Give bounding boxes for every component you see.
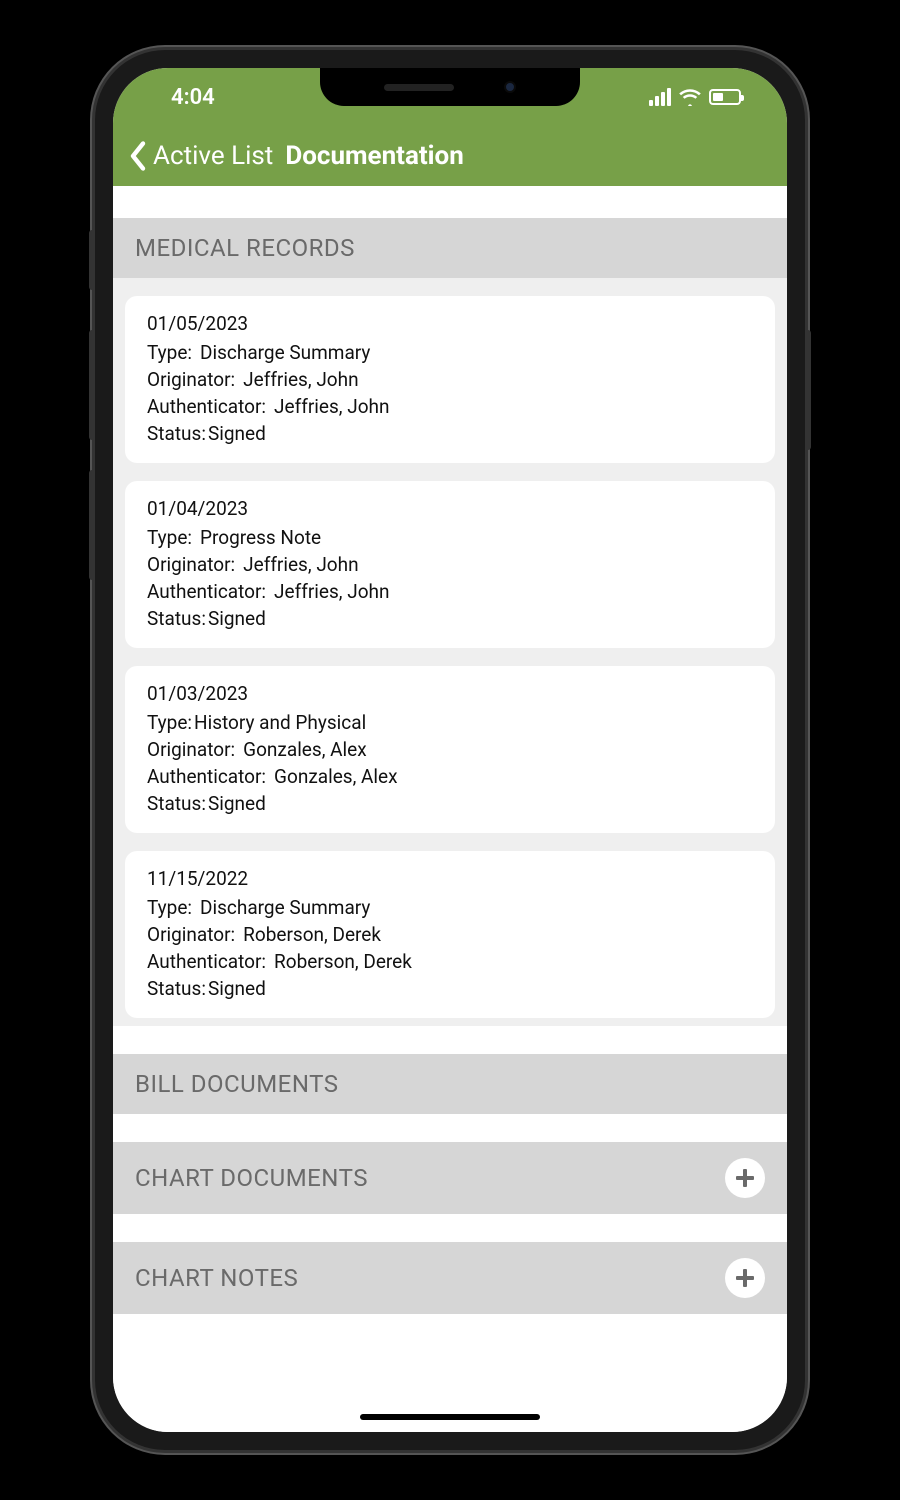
record-originator: Roberson, Derek xyxy=(243,923,381,946)
label-originator: Originator: xyxy=(147,368,235,391)
label-type: Type: xyxy=(147,341,192,364)
back-button[interactable]: Active List xyxy=(127,141,273,171)
home-indicator[interactable] xyxy=(360,1414,540,1420)
record-authenticator: Jeffries, John xyxy=(274,580,389,603)
label-type: Type: xyxy=(147,526,192,549)
content[interactable]: MEDICAL RECORDS 01/05/2023 Type: Discharg… xyxy=(113,186,787,1432)
record-type: Discharge Summary xyxy=(200,341,370,364)
plus-icon xyxy=(734,1167,756,1189)
record-type: Progress Note xyxy=(200,526,321,549)
label-type: Type: xyxy=(147,896,192,919)
record-authenticator: Roberson, Derek xyxy=(274,950,412,973)
section-title: MEDICAL RECORDS xyxy=(135,234,355,262)
page-title: Documentation xyxy=(285,141,463,171)
label-authenticator: Authenticator: xyxy=(147,395,266,418)
label-type: Type: xyxy=(147,711,192,734)
record-type: History and Physical xyxy=(194,711,366,734)
label-status: Status: xyxy=(147,607,206,630)
section-header-bill-documents[interactable]: BILL DOCUMENTS xyxy=(113,1054,787,1114)
back-label: Active List xyxy=(153,141,273,171)
record-status: Signed xyxy=(208,792,266,815)
section-title: CHART DOCUMENTS xyxy=(135,1164,368,1192)
status-time: 4:04 xyxy=(171,85,215,110)
record-originator: Jeffries, John xyxy=(243,368,358,391)
plus-icon xyxy=(734,1267,756,1289)
label-status: Status: xyxy=(147,792,206,815)
status-icons xyxy=(649,88,741,106)
record-type: Discharge Summary xyxy=(200,896,370,919)
nav-bar: Active List Documentation xyxy=(113,126,787,186)
section-title: BILL DOCUMENTS xyxy=(135,1070,339,1098)
label-authenticator: Authenticator: xyxy=(147,765,266,788)
section-header-medical-records[interactable]: MEDICAL RECORDS xyxy=(113,218,787,278)
record-date: 01/05/2023 xyxy=(147,312,753,335)
notch xyxy=(320,68,580,106)
phone-frame: 4:04 xyxy=(95,50,805,1450)
record-date: 01/04/2023 xyxy=(147,497,753,520)
label-originator: Originator: xyxy=(147,738,235,761)
section-title: CHART NOTES xyxy=(135,1264,298,1292)
record-card[interactable]: 01/03/2023 Type:History and Physical Ori… xyxy=(125,666,775,833)
label-originator: Originator: xyxy=(147,553,235,576)
label-status: Status: xyxy=(147,422,206,445)
record-date: 01/03/2023 xyxy=(147,682,753,705)
record-originator: Jeffries, John xyxy=(243,553,358,576)
medical-records-list: 01/05/2023 Type: Discharge Summary Origin… xyxy=(113,278,787,1026)
wifi-icon xyxy=(679,88,701,106)
record-status: Signed xyxy=(208,607,266,630)
record-card[interactable]: 01/04/2023 Type: Progress Note Originator… xyxy=(125,481,775,648)
battery-icon xyxy=(709,89,741,105)
chevron-left-icon xyxy=(127,141,149,171)
record-authenticator: Jeffries, John xyxy=(274,395,389,418)
record-card[interactable]: 11/15/2022 Type: Discharge Summary Origin… xyxy=(125,851,775,1018)
section-header-chart-documents[interactable]: CHART DOCUMENTS xyxy=(113,1142,787,1214)
add-chart-document-button[interactable] xyxy=(725,1158,765,1198)
record-card[interactable]: 01/05/2023 Type: Discharge Summary Origin… xyxy=(125,296,775,463)
cellular-signal-icon xyxy=(649,88,671,106)
label-authenticator: Authenticator: xyxy=(147,950,266,973)
label-status: Status: xyxy=(147,977,206,1000)
screen: 4:04 xyxy=(113,68,787,1432)
record-date: 11/15/2022 xyxy=(147,867,753,890)
record-authenticator: Gonzales, Alex xyxy=(274,765,398,788)
label-authenticator: Authenticator: xyxy=(147,580,266,603)
add-chart-note-button[interactable] xyxy=(725,1258,765,1298)
record-originator: Gonzales, Alex xyxy=(243,738,367,761)
record-status: Signed xyxy=(208,977,266,1000)
label-originator: Originator: xyxy=(147,923,235,946)
record-status: Signed xyxy=(208,422,266,445)
section-header-chart-notes[interactable]: CHART NOTES xyxy=(113,1242,787,1314)
